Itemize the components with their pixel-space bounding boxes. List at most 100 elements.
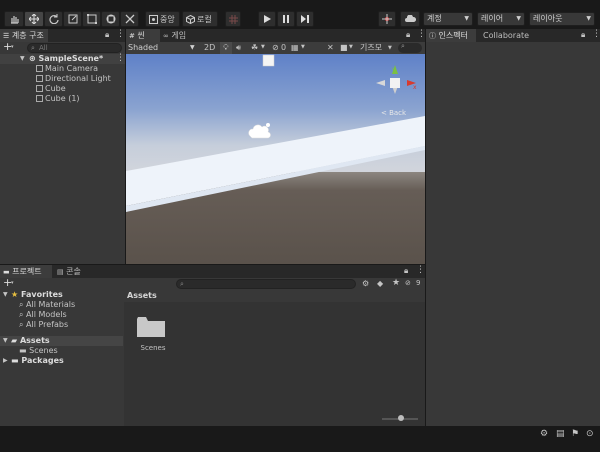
expand-arrow-icon[interactable]: ▼ [3,290,8,300]
lock-icon[interactable]: 🔒︎ [404,266,408,276]
toggle-2d-button[interactable]: 2D [204,43,215,52]
more-icon[interactable]: ⋮ [116,29,125,39]
tab-console-label: 콘솔 [66,267,81,276]
list-icon: ☰ [3,32,10,40]
check-icon[interactable]: ⊙ [586,429,594,439]
debug-icon[interactable]: ⚑ [571,429,579,439]
hierarchy-item[interactable]: Cube (1) [36,94,80,104]
item-label: Cube (1) [45,94,80,103]
gameobject-icon [36,65,43,72]
folder-icon [137,317,165,337]
chevron-down-icon[interactable]: ▼ [301,44,305,50]
scene-more-icon[interactable]: ⋮ [116,53,125,63]
cache-server-icon[interactable]: ▤ [556,429,565,439]
expand-arrow-icon[interactable]: ▼ [20,54,25,64]
collab-button[interactable] [378,11,396,27]
favorite-item[interactable]: ⌕ All Prefabs [19,320,68,330]
tools-icon[interactable]: ✕ [327,43,334,52]
pause-button[interactable] [277,11,295,27]
favorite-item[interactable]: ⌕ All Models [19,310,67,320]
favorite-item[interactable]: ⌕ All Materials [19,300,75,310]
layers-dropdown[interactable]: 레이어 ▼ [477,12,525,26]
gizmo-view-label[interactable]: < Back [381,109,406,117]
folder-icon: ▬ [3,268,10,276]
pivot-toggle[interactable]: 중앙 [145,11,180,27]
scene-viewport[interactable]: y x < Back [126,54,425,264]
zoom-slider-handle[interactable] [398,415,404,421]
progress-icon[interactable]: ⚙ [540,429,548,439]
lock-icon[interactable]: 🔒︎ [581,30,585,40]
more-icon[interactable]: ⋮ [416,265,425,275]
hand-tool-button[interactable] [4,11,24,27]
folder-open-icon: ▰ [11,336,18,345]
account-dropdown[interactable]: 계정 ▼ [423,12,473,26]
rotate-tool-button[interactable] [44,11,63,27]
expand-arrow-icon[interactable]: ▼ [3,336,8,346]
collapse-arrow-icon[interactable]: ▶ [3,356,8,366]
cloud-button[interactable] [400,11,420,27]
visibility-icon[interactable]: ⊘ [405,279,411,287]
chevron-down-icon[interactable]: ▾ [11,44,14,50]
layout-dropdown[interactable]: 레이아웃 ▼ [529,12,595,26]
grid-toggle-icon[interactable]: ▦ [291,43,299,52]
search-icon: ⌕ [19,320,24,329]
tab-scene-label: 씬 [137,31,145,40]
hierarchy-tabbar: ☰ 계층 구조 🔒︎ ⋮ [0,29,125,42]
tab-project-label: 프로젝트 [12,267,42,276]
visibility-icon[interactable]: ⊘ [272,43,279,52]
lock-icon[interactable]: 🔒︎ [406,30,410,40]
more-icon[interactable]: ⋮ [417,29,426,39]
project-tabbar: ▬ 프로젝트 ▤ 콘솔 🔒︎ ⋮ [0,265,425,278]
step-button[interactable] [296,11,314,27]
camera-icon[interactable]: ■ [340,43,348,52]
hierarchy-panel: ☰ 계층 구조 🔒︎ ⋮ + ▾ ⌕ All ▼ ⊛ SampleScene* … [0,29,125,264]
packages-folder-item[interactable]: ▬ Packages [11,356,64,366]
favorite-star-icon[interactable]: ★ [392,278,400,288]
favorites-item[interactable]: ★ Favorites [11,290,63,300]
folder-item[interactable]: ▬ Scenes [19,346,58,356]
tab-collaborate[interactable]: Collaborate [480,29,530,42]
local-toggle[interactable]: 로컬 [182,11,218,27]
lighting-toggle[interactable]: 💡︎ [220,42,232,54]
more-icon[interactable]: ⋮ [592,29,600,39]
transform-tool-button[interactable] [101,11,120,27]
project-search-input[interactable]: ⌕ [176,279,356,289]
label-icon[interactable]: ◆ [377,279,383,288]
scene-panel: # 씬 ∞ 게임 🔒︎ ⋮ Shaded ▼ 2D 💡︎ 🔊︎ ☘ ▼ ⊘ 0 … [126,29,426,264]
tab-scene[interactable]: # 씬 [126,29,160,42]
gizmos-dropdown[interactable]: 기즈모 ▼ [360,43,396,53]
tab-game[interactable]: ∞ 게임 [160,29,194,42]
breadcrumb[interactable]: Assets [127,291,157,300]
hierarchy-item[interactable]: Main Camera [36,64,98,74]
lock-icon[interactable]: 🔒︎ [105,30,109,40]
play-button[interactable] [258,11,276,27]
folder-icon: ▬ [19,346,27,355]
effects-icon[interactable]: ☘ [251,43,258,52]
audio-icon[interactable]: 🔊︎ [236,43,241,53]
shading-mode-dropdown[interactable]: Shaded ▼ [128,42,198,54]
grid-snap-button[interactable] [225,11,241,27]
tab-inspector[interactable]: ⓘ 인스펙터 [426,29,476,42]
chevron-down-icon[interactable]: ▼ [261,44,265,50]
chevron-down-icon[interactable]: ▼ [349,44,353,50]
inspector-tabbar: ⓘ 인스펙터 Collaborate 🔒︎ ⋮ [426,29,600,42]
scene-search-input[interactable]: ⌕ [398,42,422,53]
hierarchy-search-input[interactable]: ⌕ All [27,43,122,53]
search-icon: ⌕ [19,310,24,319]
hierarchy-item[interactable]: Directional Light [36,74,111,84]
custom-tool-button[interactable] [120,11,139,27]
hierarchy-item[interactable]: Cube [36,84,66,94]
move-tool-button[interactable] [24,11,44,27]
chevron-down-icon[interactable]: ▾ [11,280,14,286]
project-content-area: Assets Scenes [124,290,425,426]
search-by-type-icon[interactable]: ⚙ [362,279,369,288]
assets-folder-item[interactable]: ▰ Assets [11,336,50,346]
asset-grid-item[interactable]: Scenes [136,315,170,355]
pivot-label: 중앙 [160,14,175,24]
hand-icon [11,16,19,24]
scene-item[interactable]: ⊛ SampleScene* [29,54,103,64]
rect-tool-button[interactable] [82,11,101,27]
lightbulb-icon: 💡︎ [223,43,229,52]
tab-console[interactable]: ▤ 콘솔 [54,265,88,278]
scale-tool-button[interactable] [63,11,82,27]
